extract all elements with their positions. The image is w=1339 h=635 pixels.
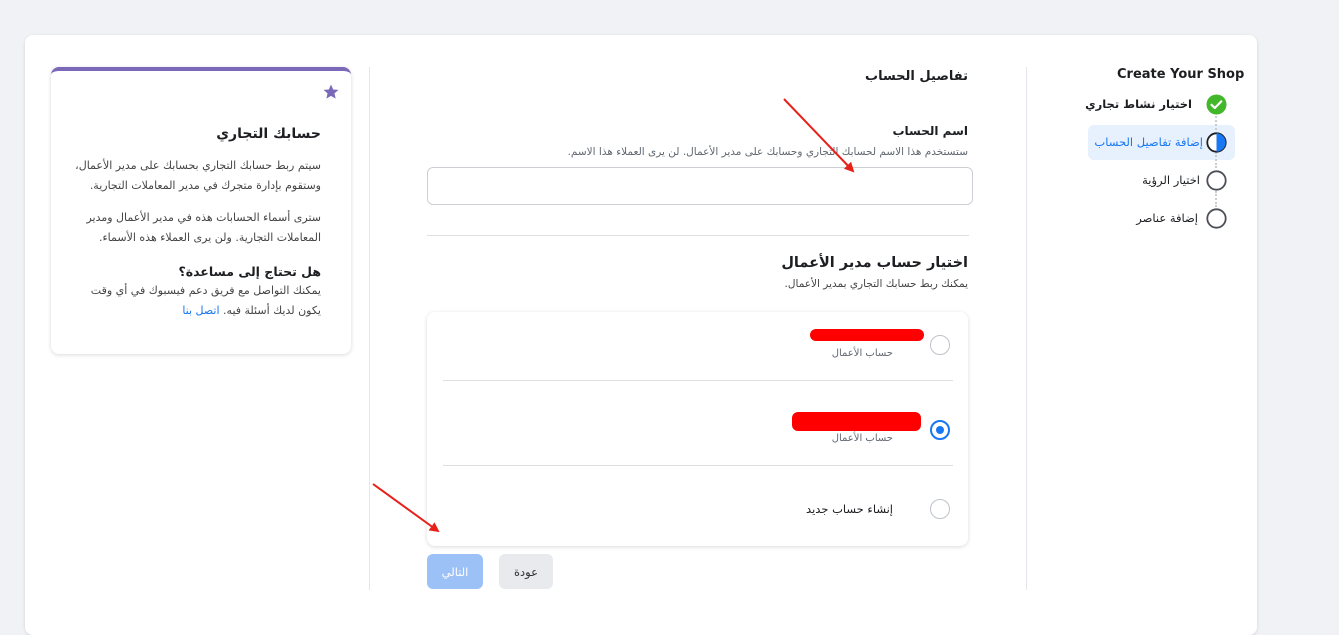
info-paragraph-2: سترى أسماء الحسابات هذه في مدير الأعمال … <box>86 211 321 244</box>
option-1-subtitle: حساب الأعمال <box>831 348 893 359</box>
divider-right <box>1026 67 1027 590</box>
contact-us-link[interactable]: اتصل بنا <box>182 304 219 317</box>
account-name-help: ستستخدم هذا الاسم لحسابك التجاري وحسابك … <box>567 146 968 158</box>
step-4-label[interactable]: إضافة عناصر <box>1136 211 1198 225</box>
account-name-label: اسم الحساب <box>892 124 968 138</box>
step-2-label[interactable]: إضافة تفاصيل الحساب <box>1094 135 1203 149</box>
star-icon <box>323 84 339 99</box>
next-button[interactable]: التالي <box>427 554 483 589</box>
back-button[interactable]: عودة <box>499 554 553 589</box>
bm-subtitle: يمكنك ربط حسابك التجاري بمدير الأعمال. <box>784 278 968 290</box>
option-1-radio[interactable] <box>930 335 950 355</box>
help-text: يمكنك التواصل مع فريق دعم فيسبوك في أي و… <box>71 281 321 321</box>
redacted-name-2 <box>792 412 921 431</box>
account-name-input[interactable] <box>427 167 973 205</box>
redacted-name-1 <box>810 329 924 341</box>
step-connector-2 <box>1215 152 1217 168</box>
bm-title: اختيار حساب مدير الأعمال <box>781 255 968 271</box>
check-circle-icon <box>1206 94 1227 115</box>
info-card: حسابك التجاري سيتم ربط حسابك التجاري بحس… <box>51 67 351 354</box>
option-divider-2 <box>443 465 953 466</box>
option-divider-1 <box>443 380 953 381</box>
info-paragraph-1: سيتم ربط حسابك التجاري بحسابك على مدير ا… <box>75 159 321 192</box>
help-title: هل تحتاج إلى مساعدة؟ <box>178 264 321 279</box>
info-title: حسابك التجاري <box>216 126 321 142</box>
step-connector-3 <box>1215 191 1217 207</box>
half-circle-icon <box>1206 132 1227 153</box>
shop-title: Create Your Shop <box>1117 67 1245 82</box>
step-3-label[interactable]: اختيار الرؤية <box>1142 173 1200 187</box>
empty-circle-icon <box>1206 170 1227 191</box>
step-connector-1 <box>1215 116 1217 130</box>
option-2-radio[interactable] <box>930 420 950 440</box>
option-2-subtitle: حساب الأعمال <box>831 433 893 444</box>
create-new-account-label: إنشاء حساب جديد <box>806 502 893 516</box>
empty-circle-icon <box>1206 208 1227 229</box>
step-1-label[interactable]: اختيار نشاط تجاري <box>1085 97 1192 111</box>
divider-left <box>369 67 370 590</box>
option-3-radio[interactable] <box>930 499 950 519</box>
section-divider <box>427 235 969 236</box>
section-title: تفاصيل الحساب <box>865 69 968 84</box>
